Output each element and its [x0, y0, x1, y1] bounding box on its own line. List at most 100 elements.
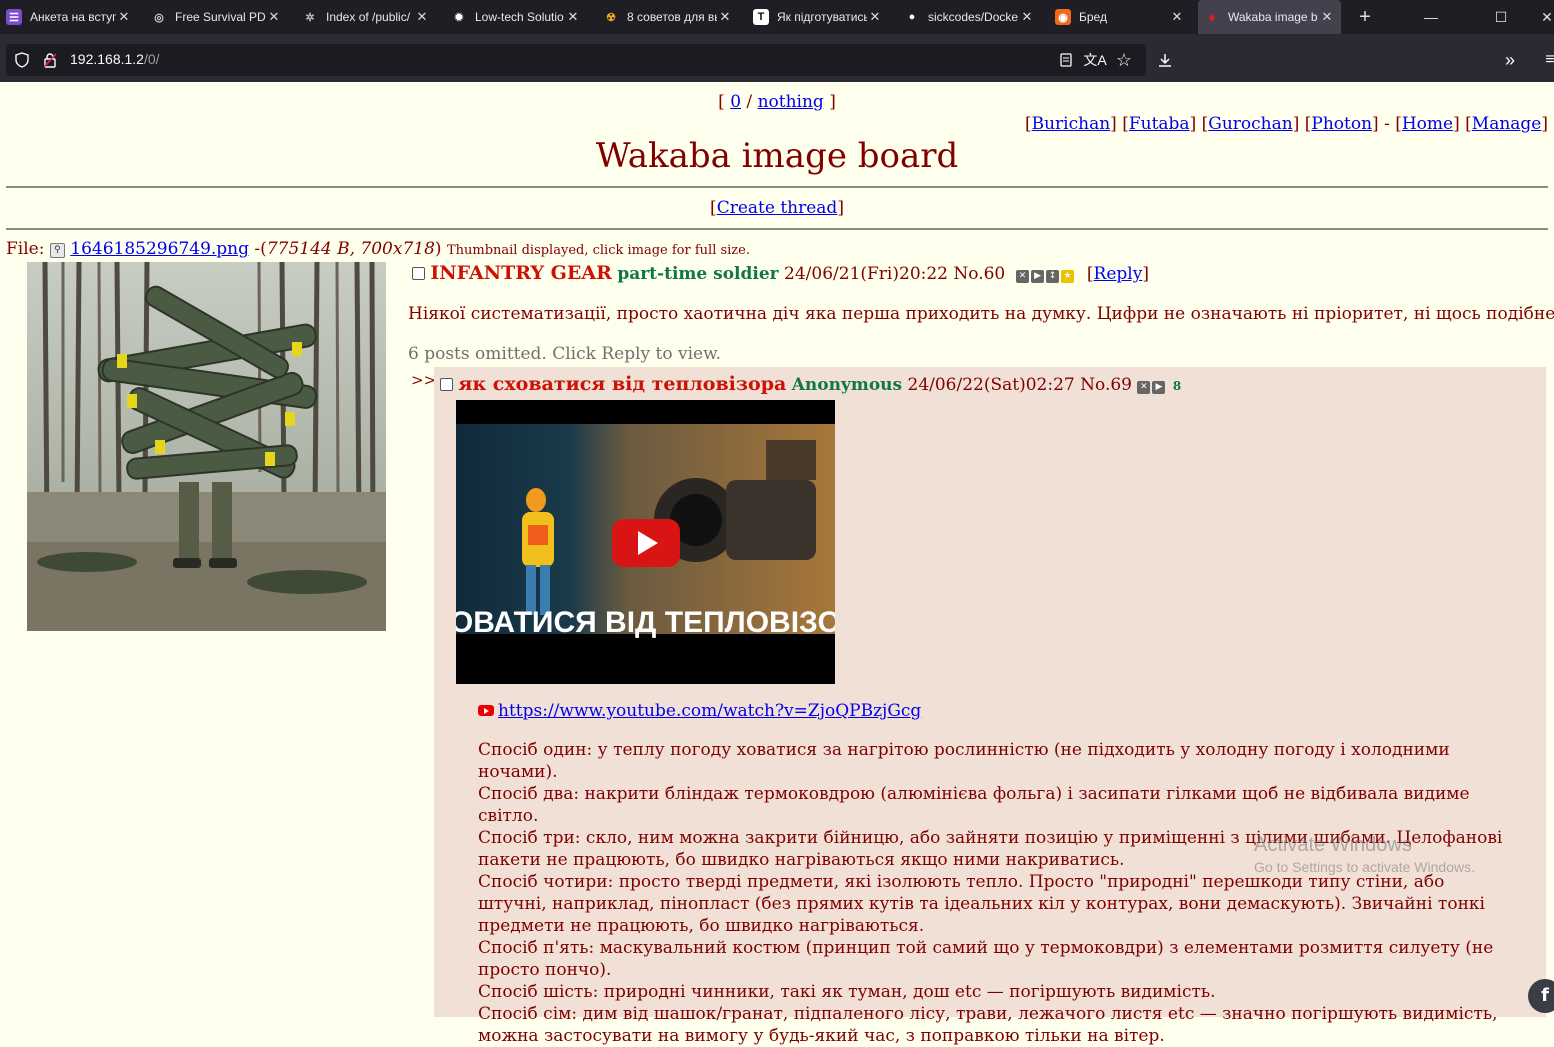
shield-icon[interactable]	[10, 48, 34, 72]
github-icon: ●	[908, 11, 916, 23]
sun-icon: ✹	[454, 11, 464, 24]
style-link-burichan[interactable]: Burichan	[1032, 114, 1111, 134]
t-letter-icon: T	[753, 9, 769, 25]
separator: -	[1384, 114, 1390, 134]
tab[interactable]: ◉ Бред ✕	[1049, 0, 1191, 34]
page-title: Wakaba image board	[595, 136, 959, 176]
tab[interactable]: T Як підготуватись ✕	[747, 0, 889, 34]
reply-post-body: Спосіб один: у теплу погоду ховатися за …	[478, 739, 1518, 1047]
minimize-icon[interactable]: —	[1408, 0, 1454, 34]
file-link[interactable]: 1646185296749.png	[70, 239, 249, 259]
maximize-icon[interactable]: ☐	[1478, 0, 1524, 34]
tab[interactable]: ✹ Low-tech Solutio ✕	[445, 0, 587, 34]
nav-bar: 192.168.1.2/0/ 文A ☆ » ≡	[0, 34, 1554, 82]
activate-windows-watermark: Activate Windows Go to Settings to activ…	[1254, 834, 1475, 875]
close-icon[interactable]: ✕	[867, 9, 883, 25]
delete-icon[interactable]: ✕	[1016, 270, 1030, 283]
tab[interactable]: ✲ Index of /public/ ✕	[296, 0, 436, 34]
delete-icon[interactable]: ✕	[1137, 381, 1151, 394]
close-icon[interactable]: ✕	[717, 9, 733, 25]
play-icon[interactable]: ▶	[1152, 381, 1166, 394]
close-icon[interactable]: ✕	[414, 9, 430, 25]
tab-label: sickcodes/Docke	[928, 10, 1019, 24]
nothing-link[interactable]: nothing	[758, 92, 824, 112]
tab-label: 8 советов для вы	[627, 10, 717, 24]
body-line: Спосіб шість: природні чинники, такі як …	[478, 982, 1216, 1002]
post-date: 24/06/21(Fri)20:22	[784, 264, 948, 284]
omitted-notice: 6 posts omitted. Click Reply to view.	[408, 344, 722, 364]
url-text[interactable]: 192.168.1.2/0/	[70, 51, 160, 67]
post-subject: INFANTRY GEAR	[430, 262, 612, 284]
create-thread-link[interactable]: Create thread	[717, 198, 838, 218]
reader-view-icon[interactable]	[1054, 48, 1078, 72]
style-link-photon[interactable]: Photon	[1311, 114, 1372, 134]
thumbnail-image[interactable]	[27, 262, 386, 631]
overflow-chevron-icon[interactable]: »	[1498, 48, 1522, 72]
delete-checkbox[interactable]	[440, 378, 453, 391]
tab[interactable]: ◎ Free Survival PDF ✕	[145, 0, 288, 34]
star-icon[interactable]: ★	[1061, 270, 1075, 283]
tab-label: Free Survival PDF	[175, 10, 266, 24]
url-bar[interactable]: 192.168.1.2/0/ 文A ☆	[6, 44, 1146, 76]
download-icon[interactable]	[1153, 48, 1177, 72]
tab-label: Анкета на вступ	[30, 10, 116, 24]
youtube-link[interactable]: https://www.youtube.com/watch?v=ZjoQPBzj…	[498, 701, 921, 721]
close-icon[interactable]: ✕	[266, 9, 282, 25]
tab[interactable]: ☢ 8 советов для вы ✕	[597, 0, 739, 34]
poster-name: part-time soldier	[617, 264, 779, 284]
bookmark-star-icon[interactable]: ☆	[1112, 48, 1136, 72]
video-thumbnail: СХОВАТИСЯ ВІД ТЕПЛОВІЗОРА	[456, 400, 835, 684]
close-icon[interactable]: ✕	[1319, 9, 1335, 25]
tab-label: Бред	[1079, 10, 1107, 24]
divider	[6, 228, 1548, 230]
video-embed[interactable]: СХОВАТИСЯ ВІД ТЕПЛОВІЗОРА	[456, 400, 835, 684]
sort-icon[interactable]: ↕	[1046, 270, 1060, 283]
file-meta-prefix: -(	[254, 239, 267, 259]
style-links: [Burichan] [Futaba] [Gurochan] [Photon] …	[1024, 114, 1548, 134]
tab-label: Index of /public/	[326, 10, 411, 24]
style-link-futaba[interactable]: Futaba	[1129, 114, 1190, 134]
activate-title: Activate Windows	[1254, 834, 1412, 856]
activate-subtitle: Go to Settings to activate Windows.	[1254, 859, 1475, 875]
op-post-header: INFANTRY GEAR part-time soldier 24/06/21…	[412, 262, 1149, 284]
divider	[6, 186, 1548, 188]
board-0-link[interactable]: 0	[730, 92, 741, 112]
body-line: Спосіб один: у теплу погоду ховатися за …	[478, 740, 1450, 782]
radiation-icon: ☢	[606, 11, 616, 24]
post-number[interactable]: No.60	[953, 264, 1005, 284]
close-icon[interactable]: ✕	[1019, 9, 1035, 25]
app-logo-icon[interactable]: f	[1528, 979, 1554, 1013]
tab[interactable]: ● sickcodes/Docke ✕	[898, 0, 1041, 34]
create-thread-nav: [Create thread]	[710, 198, 844, 218]
poster-name: Anonymous	[791, 375, 903, 395]
manage-link[interactable]: Manage	[1472, 114, 1542, 134]
chat-icon: ◉	[1055, 9, 1071, 25]
url-path: /0/	[143, 51, 160, 67]
reply-count: 8	[1172, 379, 1182, 393]
close-window-icon[interactable]: ✕	[1524, 0, 1554, 34]
close-icon[interactable]: ✕	[1169, 9, 1185, 25]
translate-icon[interactable]: 文A	[1083, 48, 1107, 72]
new-tab-button[interactable]: +	[1342, 0, 1388, 34]
close-icon[interactable]: ✕	[565, 9, 581, 25]
file-meta: 775144 B, 700x718	[266, 239, 435, 259]
file-info: File: ⚲ 1646185296749.png -(775144 B, 70…	[6, 239, 750, 259]
delete-checkbox[interactable]	[412, 267, 425, 280]
bracket: ]	[829, 92, 836, 112]
tab-bar: ☰ Анкета на вступ ✕ ◎ Free Survival PDF …	[0, 0, 1554, 34]
body-line: Спосіб п'ять: маскувальний костюм (принц…	[478, 938, 1494, 980]
close-icon[interactable]: ✕	[116, 9, 132, 25]
search-magnifier-icon[interactable]: ⚲	[49, 243, 65, 258]
style-link-gurochan[interactable]: Gurochan	[1208, 114, 1292, 134]
reply-link[interactable]: Reply	[1094, 264, 1143, 284]
body-line: Спосіб сім: дим від шашок/гранат, підпал…	[478, 1004, 1498, 1046]
home-link[interactable]: Home	[1402, 114, 1453, 134]
play-icon[interactable]: ▶	[1031, 270, 1045, 283]
form-icon: ☰	[6, 9, 22, 25]
tab-active[interactable]: ♦ Wakaba image b ✕	[1198, 0, 1341, 34]
lock-insecure-icon[interactable]	[38, 48, 62, 72]
menu-icon[interactable]: ≡	[1538, 48, 1554, 72]
wakaba-drop-icon: ♦	[1208, 9, 1216, 25]
post-number[interactable]: No.69	[1080, 375, 1132, 395]
tab[interactable]: ☰ Анкета на вступ ✕	[0, 0, 138, 34]
